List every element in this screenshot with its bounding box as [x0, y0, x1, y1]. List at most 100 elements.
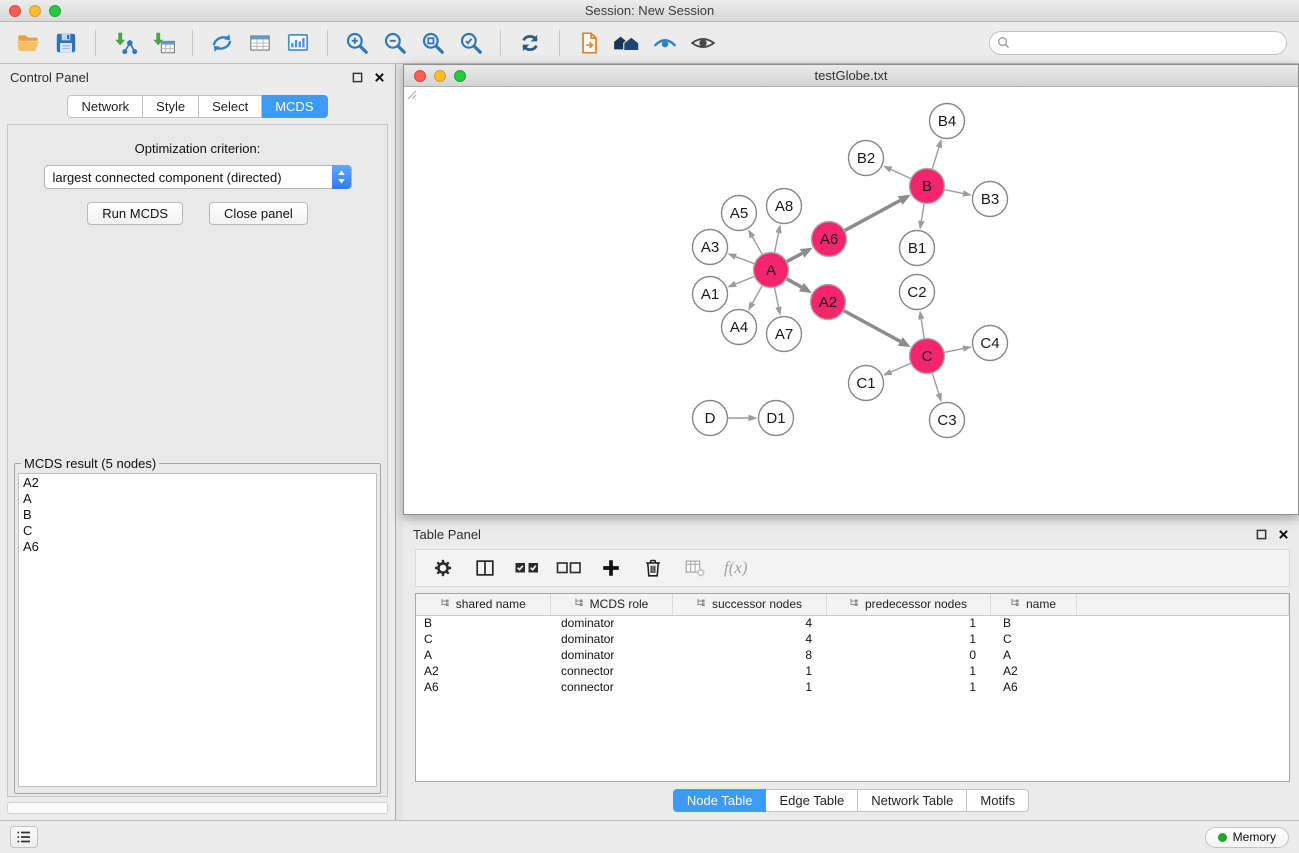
apply-layout-button[interactable]	[512, 26, 548, 60]
node-A2[interactable]: A2	[811, 285, 846, 320]
table-row[interactable]: A6connector11A6	[416, 679, 1289, 695]
mcds-result-item[interactable]: B	[23, 507, 372, 523]
deselect-all-button[interactable]	[552, 552, 586, 584]
tab-select[interactable]: Select	[199, 95, 262, 118]
resize-grip-icon[interactable]	[404, 87, 417, 100]
edge-A-A5[interactable]	[748, 229, 762, 255]
column-header-shared-name[interactable]: shared name	[416, 594, 550, 615]
edge-A2-C[interactable]	[843, 310, 910, 347]
column-header-MCDS-role[interactable]: MCDS role	[550, 594, 672, 615]
show-hide-button[interactable]	[685, 26, 721, 60]
toggle-graphics-details-button[interactable]	[647, 26, 683, 60]
edge-C-C1[interactable]	[883, 363, 911, 375]
function-builder-button[interactable]: f(x)	[720, 552, 752, 584]
node-A4[interactable]: A4	[722, 310, 757, 345]
home-button[interactable]	[609, 26, 645, 60]
edge-C-C3[interactable]	[932, 373, 942, 403]
edge-B-B3[interactable]	[944, 190, 972, 197]
zoom-window-button[interactable]	[49, 5, 61, 17]
node-D[interactable]: D	[693, 401, 728, 436]
node-A8[interactable]: A8	[767, 189, 802, 224]
minimize-window-button[interactable]	[29, 5, 41, 17]
edge-A-A2[interactable]	[786, 279, 812, 293]
delete-column-button[interactable]	[636, 552, 670, 584]
table-settings-button[interactable]	[426, 552, 460, 584]
close-panel-action-button[interactable]: Close panel	[209, 202, 308, 225]
table-tab-motifs[interactable]: Motifs	[967, 789, 1029, 812]
node-A7[interactable]: A7	[767, 317, 802, 352]
edge-A-A8[interactable]	[774, 224, 781, 253]
table-tab-node-table[interactable]: Node Table	[673, 789, 767, 812]
mcds-result-item[interactable]: C	[23, 523, 372, 539]
import-public-network-button[interactable]	[204, 26, 240, 60]
add-column-button[interactable]	[594, 552, 628, 584]
tab-mcds[interactable]: MCDS	[262, 95, 327, 118]
edge-A-A7[interactable]	[774, 287, 781, 316]
edge-A-A4[interactable]	[748, 285, 762, 311]
edge-A6-B[interactable]	[844, 195, 910, 231]
import-network-button[interactable]	[107, 26, 143, 60]
select-all-button[interactable]	[510, 552, 544, 584]
destroy-table-button[interactable]	[678, 552, 712, 584]
run-mcds-button[interactable]: Run MCDS	[87, 202, 183, 225]
node-A1[interactable]: A1	[693, 277, 728, 312]
close-panel-button[interactable]	[374, 72, 385, 83]
edge-C-C4[interactable]	[944, 345, 972, 352]
edge-D-D1[interactable]	[728, 415, 758, 422]
network-canvas[interactable]: B4B2BB3A5A8A6B1A3AC2A1A2A4A7C4CC1C3DD1	[404, 87, 1298, 514]
column-header-successor-nodes[interactable]: successor nodes	[672, 594, 826, 615]
node-B4[interactable]: B4	[930, 104, 965, 139]
float-table-panel-button[interactable]	[1256, 529, 1267, 540]
node-C1[interactable]: C1	[849, 366, 884, 401]
table-row[interactable]: Adominator80A	[416, 647, 1289, 663]
close-window-button[interactable]	[9, 5, 21, 17]
node-D1[interactable]: D1	[759, 401, 794, 436]
table-row[interactable]: A2connector11A2	[416, 663, 1289, 679]
node-B3[interactable]: B3	[973, 182, 1008, 217]
edge-B-B1[interactable]	[918, 203, 924, 229]
import-table-button[interactable]	[145, 26, 181, 60]
network-graph[interactable]: B4B2BB3A5A8A6B1A3AC2A1A2A4A7C4CC1C3DD1	[404, 87, 1298, 514]
edge-B-B4[interactable]	[932, 139, 942, 170]
mcds-result-item[interactable]: A	[23, 491, 372, 507]
table-tab-network-table[interactable]: Network Table	[858, 789, 967, 812]
node-C[interactable]: C	[910, 339, 945, 374]
node-A5[interactable]: A5	[722, 196, 757, 231]
tab-style[interactable]: Style	[143, 95, 199, 118]
network-minimize-button[interactable]	[434, 70, 446, 82]
node-C2[interactable]: C2	[900, 275, 935, 310]
table-row[interactable]: Cdominator41C	[416, 631, 1289, 647]
new-network-table-button[interactable]	[242, 26, 278, 60]
search-input[interactable]	[989, 31, 1287, 55]
open-recent-file-button[interactable]	[571, 26, 607, 60]
column-header-name[interactable]: name	[990, 594, 1076, 615]
export-image-button[interactable]	[280, 26, 316, 60]
column-header-predecessor-nodes[interactable]: predecessor nodes	[826, 594, 990, 615]
node-B2[interactable]: B2	[849, 141, 884, 176]
open-session-button[interactable]	[10, 26, 46, 60]
network-close-button[interactable]	[414, 70, 426, 82]
node-A6[interactable]: A6	[812, 222, 847, 257]
zoom-fit-button[interactable]	[415, 26, 451, 60]
save-session-button[interactable]	[48, 26, 84, 60]
tab-network[interactable]: Network	[67, 95, 143, 118]
show-panels-button[interactable]	[10, 826, 38, 848]
edge-B-B2[interactable]	[883, 166, 911, 179]
table-row[interactable]: Bdominator41B	[416, 615, 1289, 631]
zoom-selected-button[interactable]	[453, 26, 489, 60]
node-A[interactable]: A	[754, 253, 789, 288]
node-C3[interactable]: C3	[930, 403, 965, 438]
edge-C-C2[interactable]	[918, 310, 924, 338]
zoom-in-button[interactable]	[339, 26, 375, 60]
edge-A-A6[interactable]	[786, 248, 812, 262]
node-C4[interactable]: C4	[973, 326, 1008, 361]
node-A3[interactable]: A3	[693, 230, 728, 265]
edge-A-A1[interactable]	[727, 276, 754, 287]
optimization-dropdown[interactable]: largest connected component (directed)	[44, 165, 352, 189]
edge-A-A3[interactable]	[727, 254, 754, 264]
mcds-result-item[interactable]: A2	[23, 475, 372, 491]
float-panel-button[interactable]	[352, 72, 363, 83]
mcds-result-item[interactable]: A6	[23, 539, 372, 555]
node-B[interactable]: B	[910, 169, 945, 204]
close-table-panel-button[interactable]	[1278, 529, 1289, 540]
